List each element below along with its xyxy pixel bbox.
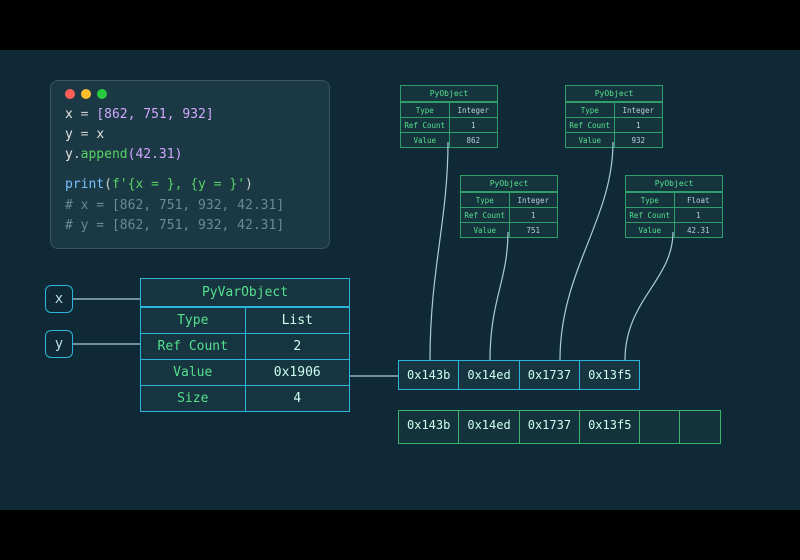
buf-cell-3: 0x13f5	[580, 411, 640, 443]
pyvar-value-val: 0x1906	[245, 360, 350, 385]
variable-y-badge: y	[45, 330, 73, 358]
pyobject-862: PyObject TypeInteger Ref Count1 Value862	[400, 85, 498, 148]
pyvar-value-key: Value	[141, 360, 245, 385]
ptr-cell-1: 0x14ed	[459, 361, 519, 389]
code-line-4: print(f'{x = }, {y = }')	[65, 175, 315, 195]
pyobject-932: PyObject TypeInteger Ref Count1 Value932	[565, 85, 663, 148]
window-controls	[65, 89, 315, 99]
variable-x-badge: x	[45, 285, 73, 313]
pyvar-rc-val: 2	[245, 334, 350, 359]
pyvar-type-key: Type	[141, 308, 245, 333]
pyobject-751: PyObject TypeInteger Ref Count1 Value751	[460, 175, 558, 238]
pyvar-type-val: List	[245, 308, 350, 333]
buf-cell-5	[680, 411, 720, 443]
code-line-1: x = [862, 751, 932]	[65, 105, 315, 125]
zoom-icon	[97, 89, 107, 99]
ptr-cell-0: 0x143b	[399, 361, 459, 389]
code-comment-2: # y = [862, 751, 932, 42.31]	[65, 216, 315, 236]
pyvar-rc-key: Ref Count	[141, 334, 245, 359]
buf-cell-4	[640, 411, 680, 443]
buf-cell-2: 0x1737	[520, 411, 580, 443]
minimize-icon	[81, 89, 91, 99]
ptr-cell-2: 0x1737	[520, 361, 580, 389]
code-line-2: y = x	[65, 125, 315, 145]
buf-cell-1: 0x14ed	[459, 411, 519, 443]
close-icon	[65, 89, 75, 99]
pyvarobject-title: PyVarObject	[141, 279, 349, 307]
pyvarobject-table: PyVarObject TypeList Ref Count2 Value0x1…	[140, 278, 350, 412]
pyvar-size-val: 4	[245, 386, 350, 411]
pyobject-4231: PyObject TypeFloat Ref Count1 Value42.31	[625, 175, 723, 238]
pointer-array: 0x143b 0x14ed 0x1737 0x13f5	[398, 360, 640, 390]
ptr-cell-3: 0x13f5	[580, 361, 639, 389]
code-editor: x = [862, 751, 932] y = x y.append(42.31…	[50, 80, 330, 249]
pyvar-size-key: Size	[141, 386, 245, 411]
diagram-stage: x = [862, 751, 932] y = x y.append(42.31…	[0, 50, 800, 510]
code-line-3: y.append(42.31)	[65, 145, 315, 165]
buf-cell-0: 0x143b	[399, 411, 459, 443]
buffer-array: 0x143b 0x14ed 0x1737 0x13f5	[398, 410, 721, 444]
code-comment-1: # x = [862, 751, 932, 42.31]	[65, 196, 315, 216]
